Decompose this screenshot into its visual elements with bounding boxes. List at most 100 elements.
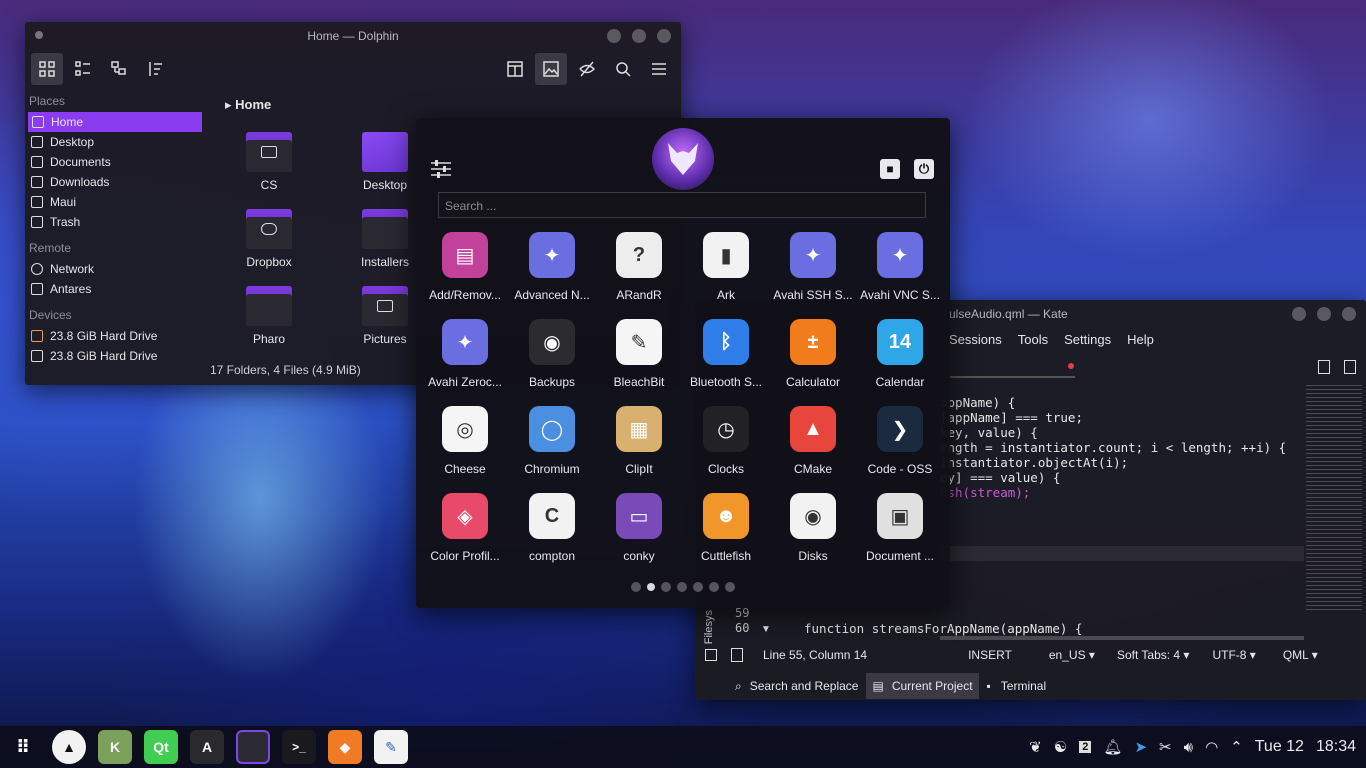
page-dot[interactable] — [725, 582, 735, 592]
app-tile[interactable]: ▣ Document ... — [857, 493, 943, 563]
folder-dropbox[interactable]: Dropbox — [214, 209, 324, 269]
page-dot[interactable] — [631, 582, 641, 592]
app-tile[interactable]: ✦ Avahi SSH S... — [770, 232, 856, 302]
maximize-button[interactable] — [1317, 307, 1331, 321]
qtcreator-launcher[interactable]: Qt — [144, 730, 178, 764]
place-home[interactable]: Home — [28, 112, 202, 132]
yin-yang-icon[interactable]: ☯ — [1054, 738, 1067, 756]
app-tile[interactable]: ▮ Ark — [683, 232, 769, 302]
folder-icon[interactable] — [705, 649, 717, 661]
kate-launcher[interactable]: K — [98, 730, 132, 764]
app-tile[interactable]: ◉ Backups — [509, 319, 595, 389]
app-tile[interactable]: ☻ Cuttlefish — [683, 493, 769, 563]
dolphin-launcher[interactable] — [236, 730, 270, 764]
app-tile[interactable]: ◷ Clocks — [683, 406, 769, 476]
text-editor-launcher[interactable]: ✎ — [374, 730, 408, 764]
chevron-up-icon[interactable]: ⌃ — [1230, 738, 1243, 756]
leaf-icon[interactable]: ❦ — [1029, 738, 1042, 756]
menu-help[interactable]: Help — [1127, 332, 1154, 347]
page-dot[interactable] — [693, 582, 703, 592]
new-document-icon[interactable] — [1318, 360, 1330, 374]
app-tile[interactable]: ᛒ Bluetooth S... — [683, 319, 769, 389]
lock-button[interactable]: ■ — [880, 159, 900, 179]
minimap[interactable] — [1306, 382, 1362, 612]
menu-tools[interactable]: Tools — [1018, 332, 1048, 347]
compact-view-button[interactable] — [67, 53, 99, 85]
cursor-position[interactable]: Line 55, Column 14 — [763, 648, 867, 662]
window-menu-icon[interactable] — [35, 31, 43, 39]
close-button[interactable] — [1342, 307, 1356, 321]
app-launcher-button[interactable]: ⠿ — [6, 730, 40, 764]
split-view-icon[interactable] — [1344, 360, 1356, 374]
wifi-icon[interactable]: ◠ — [1205, 738, 1218, 756]
hidden-files-button[interactable] — [571, 53, 603, 85]
folder-cs[interactable]: CS — [214, 132, 324, 192]
app-tile[interactable]: ◉ Disks — [770, 493, 856, 563]
close-button[interactable] — [657, 29, 671, 43]
remote-network[interactable]: Network — [25, 259, 205, 279]
syntax-select[interactable]: QML ▾ — [1283, 648, 1318, 662]
telegram-icon[interactable]: ➤ — [1134, 738, 1147, 756]
app-tile[interactable]: ▤ Add/Remov... — [422, 232, 508, 302]
input-mode[interactable]: INSERT — [968, 648, 1012, 662]
tab-search-replace[interactable]: ⌕ Search and Replace — [735, 679, 858, 694]
filesystem-sidebar-tab[interactable]: Filesys — [703, 610, 715, 644]
settings-sliders-icon[interactable] — [430, 159, 452, 179]
app-tile[interactable]: ▦ ClipIt — [596, 406, 682, 476]
volume-icon[interactable]: 🔊︎ — [1184, 739, 1193, 756]
app-tile[interactable]: ◈ Color Profil... — [422, 493, 508, 563]
search-button[interactable] — [607, 53, 639, 85]
dolphin-titlebar[interactable]: Home — Dolphin — [25, 22, 681, 50]
sort-button[interactable] — [139, 53, 171, 85]
menu-sessions[interactable]: Sessions — [949, 332, 1002, 347]
appimage-launcher[interactable]: A — [190, 730, 224, 764]
breadcrumb[interactable]: ▸ Home — [205, 88, 681, 113]
place-trash[interactable]: Trash — [25, 212, 205, 232]
details-view-button[interactable] — [103, 53, 135, 85]
place-maui[interactable]: Maui — [25, 192, 205, 212]
menu-button[interactable] — [643, 53, 675, 85]
page-dot[interactable] — [661, 582, 671, 592]
app-tile[interactable]: ✦ Avahi VNC S... — [857, 232, 943, 302]
notifications-icon[interactable]: 🔔︎ — [1103, 738, 1122, 756]
device-drive-1[interactable]: 23.8 GiB Hard Drive — [25, 326, 205, 346]
device-drive-2[interactable]: 23.8 GiB Hard Drive — [25, 346, 205, 366]
app-tile[interactable]: ✦ Avahi Zeroc... — [422, 319, 508, 389]
preview-button[interactable] — [535, 53, 567, 85]
search-input[interactable]: Search ... — [438, 192, 926, 218]
avatar[interactable] — [652, 128, 714, 190]
document-icon[interactable] — [731, 648, 743, 662]
menu-settings[interactable]: Settings — [1064, 332, 1111, 347]
inkscape-launcher[interactable]: ▲ — [52, 730, 86, 764]
maximize-button[interactable] — [632, 29, 646, 43]
clock-date[interactable]: Tue 12 — [1255, 738, 1304, 756]
app-tile[interactable]: ± Calculator — [770, 319, 856, 389]
app-tile[interactable]: ◎ Cheese — [422, 406, 508, 476]
minimize-button[interactable] — [607, 29, 621, 43]
horizontal-scrollbar[interactable] — [940, 636, 1304, 640]
scissors-icon[interactable]: ✂ — [1159, 738, 1172, 756]
app-tile[interactable]: ▲ CMake — [770, 406, 856, 476]
app-tile[interactable]: ✦ Advanced N... — [509, 232, 595, 302]
place-desktop[interactable]: Desktop — [25, 132, 205, 152]
page-dot-active[interactable] — [647, 583, 655, 591]
app-tile[interactable]: ▭ conky — [596, 493, 682, 563]
code-editor[interactable]: appName) {[appName] === true; key, value)… — [940, 395, 1286, 500]
clock-time[interactable]: 18:34 — [1316, 738, 1356, 756]
workspace-icon[interactable]: 2 — [1079, 741, 1092, 753]
encoding-select[interactable]: UTF-8 ▾ — [1212, 648, 1255, 662]
remote-antares[interactable]: Antares — [25, 279, 205, 299]
power-button[interactable]: ⏻ — [914, 159, 934, 179]
app-tile[interactable]: 14 Calendar — [857, 319, 943, 389]
app-tile[interactable]: ? ARandR — [596, 232, 682, 302]
minimize-button[interactable] — [1292, 307, 1306, 321]
page-dot[interactable] — [709, 582, 719, 592]
indentation-select[interactable]: Soft Tabs: 4 ▾ — [1117, 648, 1190, 662]
app-tile[interactable]: ✎ BleachBit — [596, 319, 682, 389]
place-documents[interactable]: Documents — [25, 152, 205, 172]
terminal-launcher[interactable]: >_ — [282, 730, 316, 764]
app-tile[interactable]: ❯ Code - OSS — [857, 406, 943, 476]
dictionary-select[interactable]: en_US ▾ — [1049, 648, 1095, 662]
tab-current-project[interactable]: ▤ Current Project — [866, 673, 979, 699]
page-dot[interactable] — [677, 582, 687, 592]
